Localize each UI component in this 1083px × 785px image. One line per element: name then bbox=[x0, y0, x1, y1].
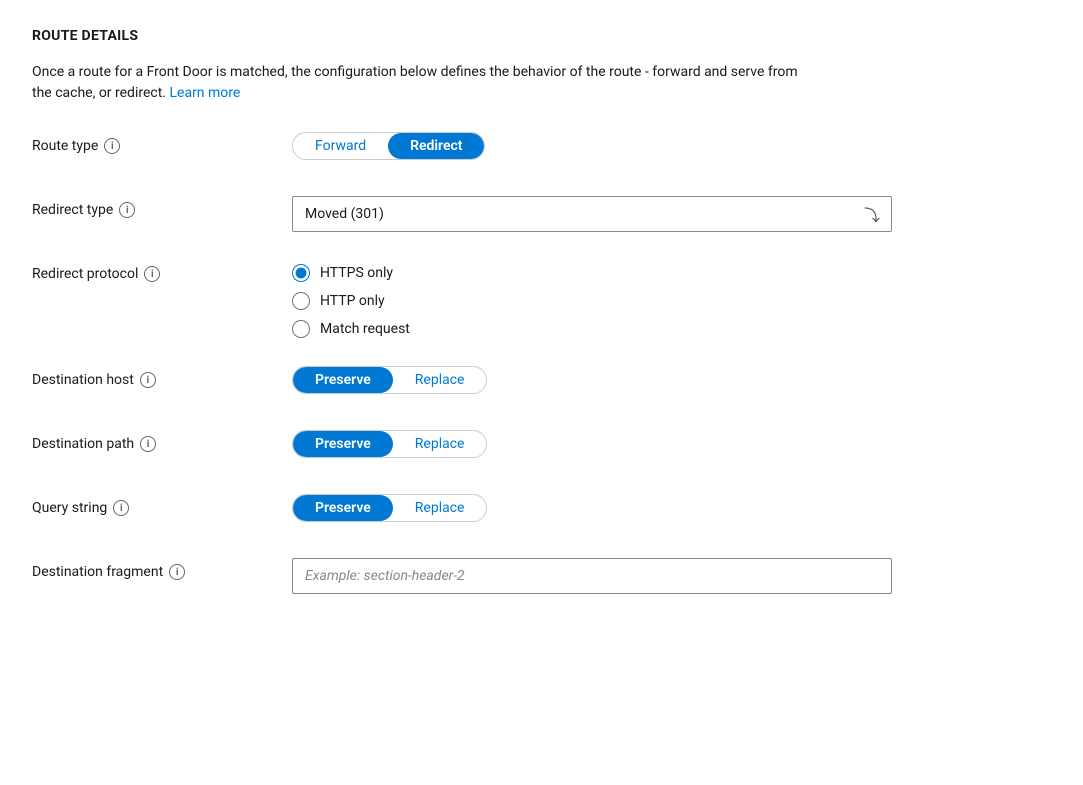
query-string-replace-btn[interactable]: Replace bbox=[393, 495, 487, 521]
learn-more-link[interactable]: Learn more bbox=[169, 85, 240, 101]
redirect-type-dropdown-wrapper: Moved (301) Found (302) Temporary Redire… bbox=[292, 196, 892, 232]
destination-fragment-control bbox=[292, 558, 1051, 594]
destination-path-row: Destination path i Preserve Replace bbox=[32, 430, 1051, 466]
page-description: Once a route for a Front Door is matched… bbox=[32, 62, 812, 104]
redirect-protocol-control: HTTPS only HTTP only Match request bbox=[292, 260, 1051, 338]
redirect-protocol-info-icon[interactable]: i bbox=[144, 266, 160, 282]
destination-host-row: Destination host i Preserve Replace bbox=[32, 366, 1051, 402]
query-string-info-icon[interactable]: i bbox=[113, 500, 129, 516]
destination-path-control: Preserve Replace bbox=[292, 430, 1051, 458]
destination-fragment-row: Destination fragment i bbox=[32, 558, 1051, 594]
redirect-type-select[interactable]: Moved (301) Found (302) Temporary Redire… bbox=[292, 196, 892, 232]
redirect-protocol-https-option[interactable]: HTTPS only bbox=[292, 264, 1051, 282]
redirect-protocol-radio-group: HTTPS only HTTP only Match request bbox=[292, 260, 1051, 338]
route-type-info-icon[interactable]: i bbox=[104, 138, 120, 154]
redirect-protocol-match-radio[interactable] bbox=[292, 320, 310, 338]
destination-host-control: Preserve Replace bbox=[292, 366, 1051, 394]
query-string-toggle-group: Preserve Replace bbox=[292, 494, 487, 522]
destination-host-preserve-btn[interactable]: Preserve bbox=[293, 367, 393, 393]
redirect-protocol-http-label: HTTP only bbox=[320, 293, 385, 309]
destination-path-info-icon[interactable]: i bbox=[140, 436, 156, 452]
query-string-row: Query string i Preserve Replace bbox=[32, 494, 1051, 530]
redirect-protocol-match-label: Match request bbox=[320, 321, 410, 337]
route-type-forward-btn[interactable]: Forward bbox=[293, 133, 388, 159]
route-type-toggle-group: Forward Redirect bbox=[292, 132, 485, 160]
route-type-redirect-btn[interactable]: Redirect bbox=[388, 133, 484, 159]
redirect-protocol-http-radio[interactable] bbox=[292, 292, 310, 310]
route-type-control: Forward Redirect bbox=[292, 132, 1051, 160]
redirect-type-label: Redirect type i bbox=[32, 196, 292, 218]
redirect-type-info-icon[interactable]: i bbox=[119, 202, 135, 218]
description-text: Once a route for a Front Door is matched… bbox=[32, 64, 798, 101]
destination-fragment-info-icon[interactable]: i bbox=[169, 564, 185, 580]
route-type-label: Route type i bbox=[32, 132, 292, 154]
redirect-protocol-label: Redirect protocol i bbox=[32, 260, 292, 282]
redirect-protocol-https-label: HTTPS only bbox=[320, 265, 393, 281]
redirect-protocol-match-option[interactable]: Match request bbox=[292, 320, 1051, 338]
redirect-type-control: Moved (301) Found (302) Temporary Redire… bbox=[292, 196, 1051, 232]
destination-path-preserve-btn[interactable]: Preserve bbox=[293, 431, 393, 457]
query-string-label: Query string i bbox=[32, 494, 292, 516]
query-string-preserve-btn[interactable]: Preserve bbox=[293, 495, 393, 521]
destination-path-label: Destination path i bbox=[32, 430, 292, 452]
destination-host-replace-btn[interactable]: Replace bbox=[393, 367, 487, 393]
redirect-protocol-http-option[interactable]: HTTP only bbox=[292, 292, 1051, 310]
destination-fragment-label: Destination fragment i bbox=[32, 558, 292, 580]
page-title: ROUTE DETAILS bbox=[32, 28, 1051, 44]
query-string-control: Preserve Replace bbox=[292, 494, 1051, 522]
destination-host-toggle-group: Preserve Replace bbox=[292, 366, 487, 394]
redirect-type-row: Redirect type i Moved (301) Found (302) … bbox=[32, 196, 1051, 232]
destination-path-replace-btn[interactable]: Replace bbox=[393, 431, 487, 457]
destination-host-label: Destination host i bbox=[32, 366, 292, 388]
route-type-row: Route type i Forward Redirect bbox=[32, 132, 1051, 168]
destination-host-info-icon[interactable]: i bbox=[140, 372, 156, 388]
destination-fragment-input[interactable] bbox=[292, 558, 892, 594]
redirect-protocol-https-radio[interactable] bbox=[292, 264, 310, 282]
destination-path-toggle-group: Preserve Replace bbox=[292, 430, 487, 458]
redirect-protocol-row: Redirect protocol i HTTPS only HTTP only… bbox=[32, 260, 1051, 338]
